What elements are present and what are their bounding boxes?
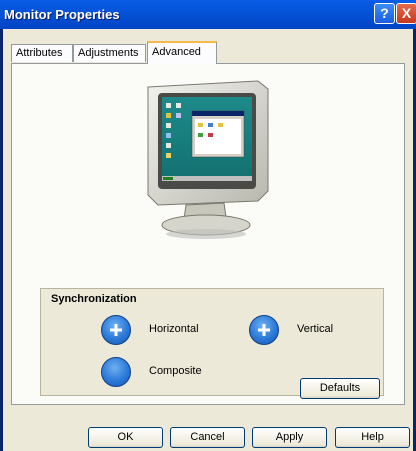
plus-icon	[258, 324, 270, 336]
ok-button[interactable]: OK	[88, 427, 163, 448]
title-bar: Monitor Properties ? X	[0, 0, 416, 29]
dialog-body: Attributes Adjustments Advanced Synchron…	[3, 29, 413, 451]
defaults-button[interactable]: Defaults	[300, 378, 380, 399]
window-title: Monitor Properties	[4, 7, 120, 22]
tab-adjustments[interactable]: Adjustments	[73, 44, 146, 62]
vertical-label: Vertical	[297, 323, 334, 335]
close-icon-button[interactable]: X	[396, 3, 416, 24]
synchronization-title: Synchronization	[51, 293, 137, 305]
advanced-panel: Synchronization Horizontal Vertical Comp…	[11, 63, 405, 405]
composite-sync-button[interactable]	[101, 357, 131, 387]
apply-button[interactable]: Apply	[252, 427, 327, 448]
tab-attributes[interactable]: Attributes	[11, 44, 73, 62]
cancel-button[interactable]: Cancel	[170, 427, 245, 448]
tab-advanced[interactable]: Advanced	[147, 41, 217, 64]
horizontal-sync-button[interactable]	[101, 315, 131, 345]
monitor-icon	[147, 80, 269, 239]
composite-label: Composite	[149, 365, 202, 377]
help-button[interactable]: Help	[335, 427, 410, 448]
vertical-sync-button[interactable]	[249, 315, 279, 345]
plus-icon	[110, 324, 122, 336]
help-icon-button[interactable]: ?	[374, 3, 395, 24]
horizontal-label: Horizontal	[149, 323, 199, 335]
